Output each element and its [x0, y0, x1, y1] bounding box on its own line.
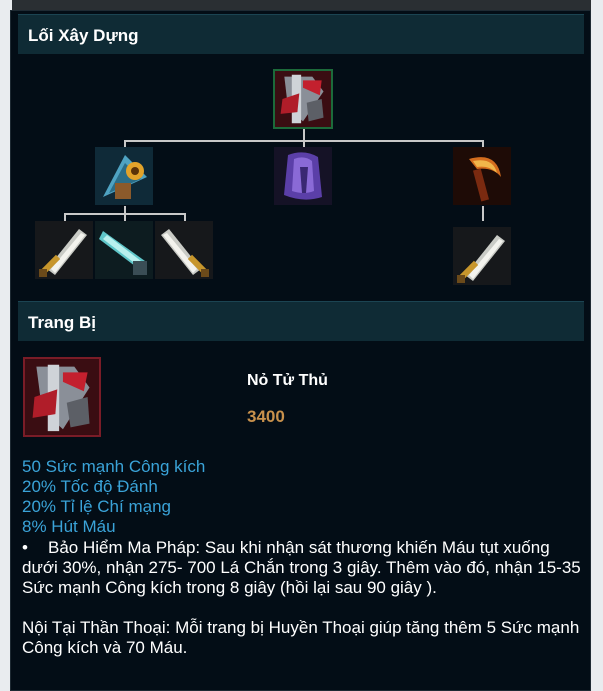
equipment-header: Trang Bị [18, 301, 584, 341]
stat-line: 20% Tỉ lệ Chí mạng [22, 497, 171, 516]
tree-connector [482, 206, 484, 221]
backdrop-right [591, 0, 603, 691]
passive-paragraph: • Bảo Hiểm Ma Pháp: Sau khi nhận sát thươ… [22, 538, 582, 598]
immortal-shieldbow-icon [23, 357, 101, 437]
long-sword-icon[interactable] [453, 227, 511, 285]
cloak-icon[interactable] [274, 147, 332, 205]
item-name: Nỏ Tử Thủ [247, 372, 328, 389]
immortal-shieldbow-icon[interactable] [273, 69, 333, 129]
long-sword-icon[interactable] [155, 221, 213, 279]
item-stats: 50 Sức mạnh Công kích 20% Tốc độ Đánh 20… [22, 457, 205, 537]
stat-line: 8% Hút Máu [22, 517, 116, 536]
tree-connector [184, 213, 186, 221]
item-cost: 3400 [247, 407, 285, 426]
serrated-dirk-icon[interactable] [95, 221, 153, 279]
tree-connector [124, 213, 126, 221]
mythic-passive-text: Nội Tại Thần Thoại: Mỗi trang bị Huyền T… [22, 618, 580, 657]
bullet-icon: • [22, 538, 28, 557]
long-sword-icon[interactable] [35, 221, 93, 279]
build-tree [11, 11, 592, 301]
tree-connector [64, 213, 66, 221]
passive-text: Bảo Hiểm Ma Pháp: Sau khi nhận sát thươn… [22, 538, 581, 597]
stat-line: 50 Sức mạnh Công kích [22, 457, 206, 476]
item-description: • Bảo Hiểm Ma Pháp: Sau khi nhận sát thươ… [22, 538, 582, 658]
stat-line: 20% Tốc độ Đánh [22, 477, 158, 496]
sickle-icon[interactable] [453, 147, 511, 205]
stridebreaker-bow-icon[interactable] [95, 147, 153, 205]
item-build-panel: Lối Xây Dựng Trang Bị Nỏ Tử Thủ 3400 50 … [10, 10, 591, 691]
equipment-title: Trang Bị [28, 313, 97, 332]
